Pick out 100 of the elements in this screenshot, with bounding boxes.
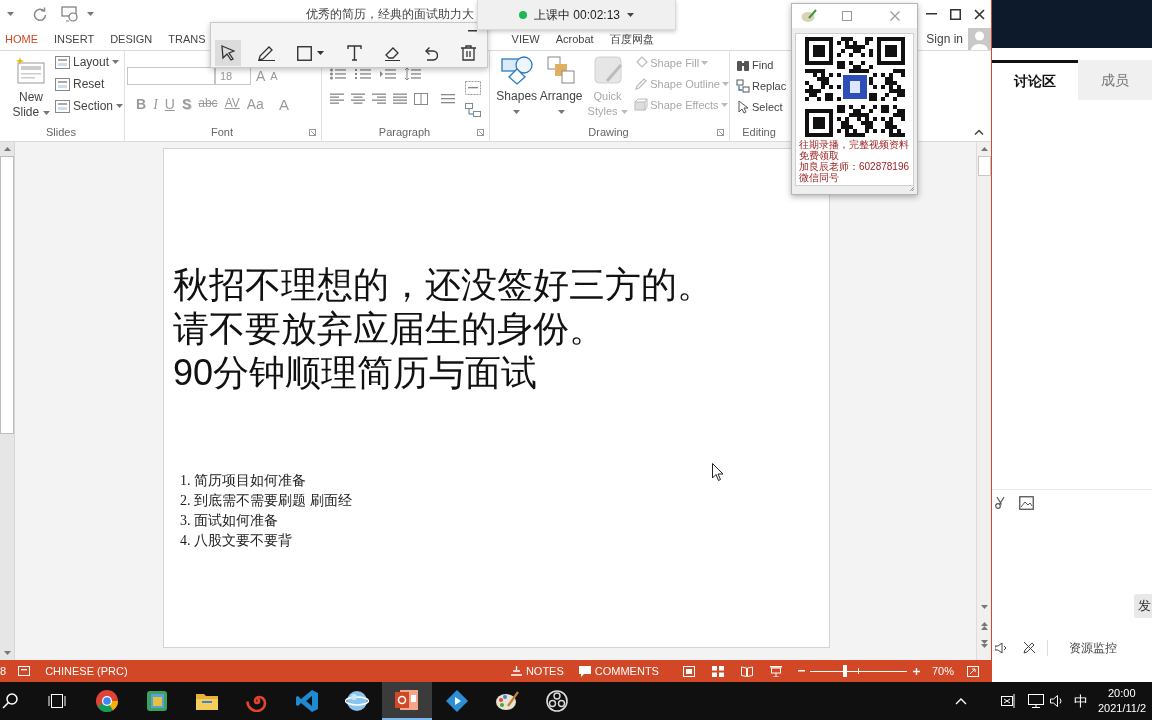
editing-button[interactable]: Replac	[736, 76, 787, 96]
editing-button[interactable]: Find	[736, 55, 774, 75]
caret-icon	[513, 109, 521, 114]
group-label: Drawing	[588, 124, 629, 140]
slide-number: 8	[0, 663, 7, 679]
ribbon-tab[interactable]: TRANS	[168, 28, 206, 50]
scissors-icon[interactable]	[995, 496, 1005, 509]
ribbon-tab[interactable]: INSERT	[54, 28, 95, 50]
align-right-icon[interactable]	[372, 93, 386, 105]
close-icon[interactable]	[890, 11, 900, 21]
normal-view-icon[interactable]	[682, 665, 695, 677]
zoom-in-icon[interactable]	[912, 667, 920, 675]
qr-caption: 往期录播，完整视频资料免费领取	[799, 139, 910, 161]
clock-time[interactable]: 20:00	[1108, 686, 1136, 701]
resource-monitor-label[interactable]: 资源监控	[1069, 638, 1117, 657]
speaker-icon[interactable]	[1050, 694, 1064, 708]
caret-icon	[720, 103, 728, 107]
zoom-slider-thumb[interactable]	[842, 665, 847, 677]
rectangle-icon	[296, 45, 312, 61]
collapse-ribbon-icon[interactable]	[974, 129, 984, 135]
slide-option-button[interactable]: Section	[55, 96, 124, 116]
zoom-level[interactable]: 70%	[931, 662, 954, 680]
line-spacing-icon[interactable]	[441, 93, 455, 105]
previous-slide-icon[interactable]	[980, 622, 988, 630]
cube-icon	[634, 98, 649, 112]
caret-icon	[42, 110, 50, 115]
dialog-launcher-icon[interactable]	[309, 128, 316, 136]
smartart-icon[interactable]	[465, 103, 481, 117]
drawing-tool-button[interactable]: Arrange	[539, 51, 583, 119]
ribbon-tab[interactable]: DESIGN	[110, 28, 153, 50]
slide-option-button[interactable]: Layout	[55, 52, 120, 72]
justify-icon[interactable]	[393, 93, 407, 105]
columns-icon[interactable]	[414, 93, 428, 105]
fit-slide-icon[interactable]	[967, 665, 979, 677]
notes-button[interactable]: NOTES	[510, 662, 564, 680]
align-text-icon[interactable]	[465, 81, 481, 95]
minimize-icon[interactable]	[468, 30, 477, 32]
scrollbar-thumb[interactable]	[977, 156, 991, 176]
maximize-icon[interactable]	[842, 11, 852, 21]
monitor-icon[interactable]	[1028, 694, 1044, 708]
line-spacing-icon[interactable]	[405, 68, 421, 80]
slide-heading-line: 秋招不理想的，还没签好三方的。	[173, 263, 713, 307]
slideshow-start-icon[interactable]	[61, 6, 79, 22]
input-method-indicator[interactable]: 中	[1074, 690, 1088, 712]
slide-status-icon	[18, 666, 31, 676]
scroll-down-icon[interactable]	[3, 651, 11, 655]
square-tile-icon	[146, 690, 168, 712]
send-button[interactable]: 发	[1134, 594, 1152, 618]
network-off-icon[interactable]	[1001, 694, 1017, 708]
ribbon-tab[interactable]: 百度网盘	[609, 28, 654, 50]
reading-view-icon[interactable]	[740, 665, 753, 677]
font-name-field[interactable]	[127, 67, 215, 85]
comments-button[interactable]: COMMENTS	[578, 662, 659, 680]
language-indicator[interactable]: CHINESE (PRC)	[45, 662, 128, 680]
sign-in-link[interactable]: Sign in	[926, 30, 963, 48]
replace-icon	[736, 79, 750, 93]
redo-icon[interactable]	[33, 7, 47, 21]
taskbar-app-button[interactable]	[382, 682, 432, 720]
grid-view-icon[interactable]	[711, 665, 724, 677]
scroll-down-icon[interactable]	[980, 605, 988, 609]
indent-icon[interactable]	[380, 68, 396, 80]
zoom-slider-track[interactable]	[809, 665, 907, 677]
scrollbar-thumb[interactable]	[0, 156, 14, 434]
new-slide-button[interactable]: New Slide	[11, 51, 51, 123]
clock-date[interactable]: 2021/11/2	[1098, 701, 1147, 716]
chevron-up-icon[interactable]	[955, 697, 967, 705]
dialog-launcher-icon[interactable]	[477, 128, 484, 136]
speaker-icon[interactable]	[995, 641, 1007, 654]
slide-option-button[interactable]: Reset	[55, 74, 105, 94]
notes-icon	[510, 666, 522, 676]
ribbon-tab[interactable]: Acrobat	[555, 28, 594, 50]
binoculars-icon	[736, 58, 750, 72]
panel-tab[interactable]: 成员	[1078, 60, 1152, 100]
dialog-launcher-icon[interactable]	[717, 128, 724, 136]
comment-icon	[578, 665, 591, 677]
drawing-tool-button[interactable]: Shapes	[495, 51, 539, 119]
pen-slash-icon[interactable]	[1023, 641, 1036, 654]
align-left-icon[interactable]	[330, 93, 344, 105]
resize-grip-icon	[909, 186, 915, 192]
group-label: Slides	[46, 124, 76, 140]
editing-button[interactable]: Select	[736, 97, 783, 117]
slide-list-item: 2. 到底需不需要刷题 刷面经	[180, 492, 352, 510]
align-center-icon[interactable]	[351, 93, 365, 105]
arrange-icon	[546, 55, 577, 85]
ribbon-tab[interactable]: HOME	[5, 28, 38, 50]
class-timer-pill[interactable]: 上课中 00:02:13	[477, 0, 676, 30]
pointer-icon	[221, 45, 235, 61]
slideshow-icon[interactable]	[769, 665, 782, 677]
maximize-icon	[949, 8, 961, 20]
search-icon[interactable]	[2, 693, 18, 709]
numbering-icon[interactable]	[355, 68, 371, 80]
slide-list-item: 3. 面试如何准备	[180, 512, 278, 530]
annotation-tool-button[interactable]	[215, 40, 241, 66]
bullets-icon[interactable]	[330, 68, 346, 80]
ribbon-tab[interactable]: VIEW	[511, 28, 540, 50]
next-slide-icon[interactable]	[980, 640, 988, 648]
image-icon[interactable]	[1019, 495, 1034, 510]
scroll-up-icon[interactable]	[3, 147, 11, 151]
scroll-up-icon[interactable]	[980, 147, 988, 151]
slide-layout-icon	[55, 55, 70, 69]
